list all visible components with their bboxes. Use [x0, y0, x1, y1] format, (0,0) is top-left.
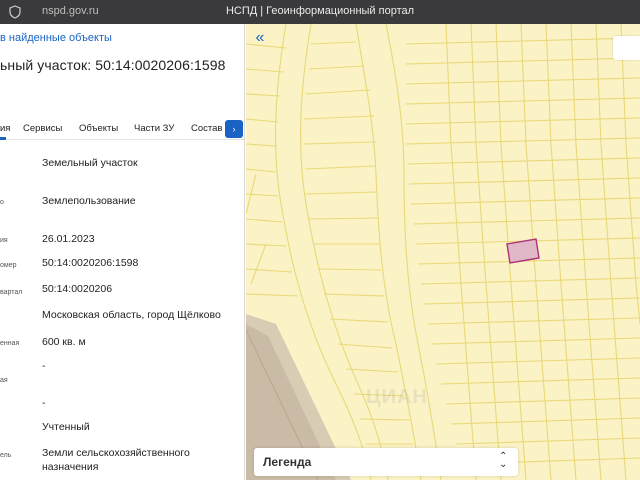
attr-value-status: Учтенный	[42, 421, 90, 433]
map-canvas[interactable]: « ЦИАН Легенда ⌃ ⌄	[246, 24, 640, 480]
attr-value-land-category: Земли сельскохозяйственного	[42, 447, 190, 459]
attr-label-cost: ая	[0, 377, 8, 384]
attr-value-address: Московская область, город Щёлково	[42, 309, 221, 321]
attr-label-cadastral-quarter: вартал	[0, 289, 23, 296]
attr-value-cadastral-quarter: 50:14:0020206	[42, 283, 113, 295]
tab-information[interactable]: ия	[0, 123, 10, 134]
browser-titlebar: nspd.gov.ru НСПД | Геоинформационный пор…	[0, 0, 640, 24]
page-title: ьный участок: 50:14:0020206:1598	[0, 57, 226, 73]
cadastral-map	[246, 24, 640, 480]
map-control-button[interactable]	[613, 36, 640, 60]
attr-value-subtype: Землепользование	[42, 195, 136, 207]
watermark-logo: ЦИАН	[366, 386, 428, 408]
attr-label-land-category: ель	[0, 452, 12, 459]
tab-bar: ия Сервисы Объекты Части ЗУ Состав ›	[0, 120, 244, 140]
tab-services[interactable]: Сервисы	[23, 123, 62, 134]
tab-objects[interactable]: Объекты	[79, 123, 118, 134]
attr-label-area: енная	[0, 340, 20, 347]
tab-land-parts[interactable]: Части ЗУ	[134, 123, 174, 134]
tabs-scroll-right-button[interactable]: ›	[225, 120, 243, 138]
attr-value-extra: -	[42, 397, 46, 409]
legend-dropdown[interactable]: Легенда ⌃ ⌄	[254, 448, 518, 476]
attr-label-date: ия	[0, 237, 8, 244]
attr-label-subtype: о	[0, 199, 4, 206]
object-info-panel: в найденные объекты ьный участок: 50:14:…	[0, 24, 245, 480]
legend-label: Легенда	[263, 455, 312, 469]
attr-value-cost: -	[42, 360, 46, 372]
attr-value-date: 26.01.2023	[42, 233, 95, 245]
collapse-panel-button[interactable]: «	[250, 29, 270, 49]
selected-parcel[interactable]	[506, 238, 540, 264]
attr-value-land-category-cont: назначения	[42, 461, 99, 473]
chevron-up-down-icon: ⌃ ⌄	[499, 451, 508, 470]
attr-value-cadastral-number: 50:14:0020206:1598	[42, 257, 139, 269]
attr-value-type: Земельный участок	[42, 157, 138, 169]
tab-composition[interactable]: Состав	[191, 123, 222, 134]
back-to-results-link[interactable]: в найденные объекты	[0, 32, 112, 44]
attr-label-cadastral-number: омер	[0, 262, 17, 269]
window-title: НСПД | Геоинформационный портал	[225, 5, 415, 17]
active-tab-indicator	[0, 137, 6, 140]
attr-value-area: 600 кв. м	[42, 336, 86, 348]
